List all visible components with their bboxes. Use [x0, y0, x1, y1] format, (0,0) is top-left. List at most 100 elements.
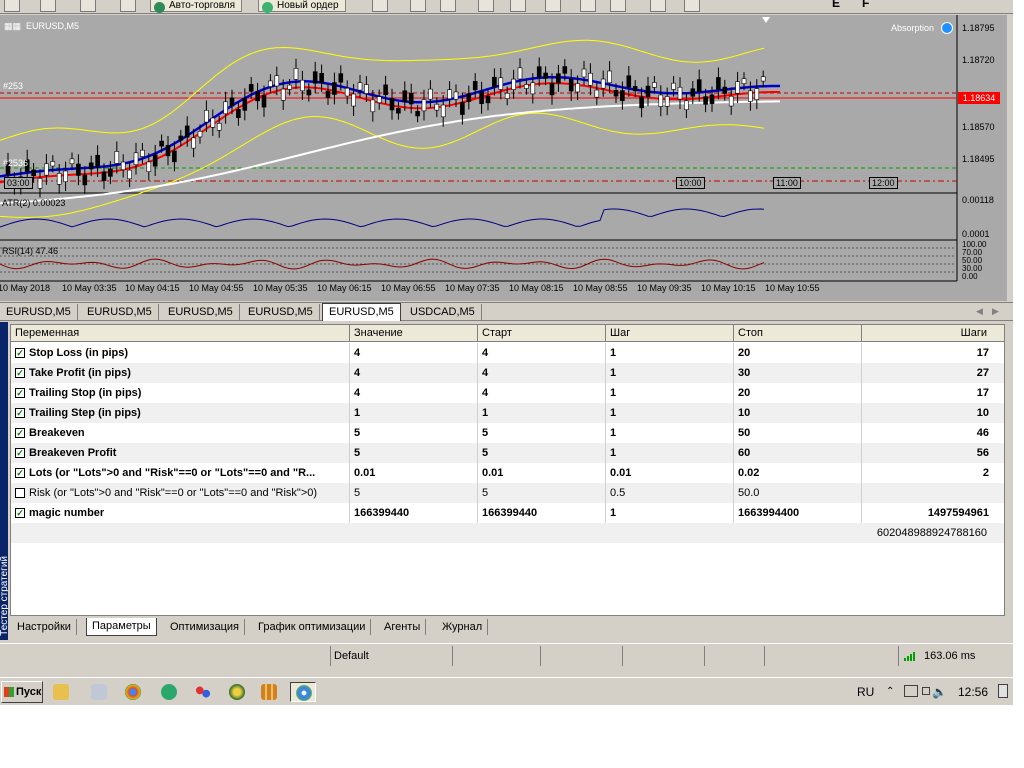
parameter-value-cell[interactable]: 5: [350, 443, 478, 463]
crosshair-icon[interactable]: [684, 0, 700, 12]
parameter-stop-cell[interactable]: 0.02: [734, 463, 862, 483]
clock[interactable]: 12:56: [958, 685, 988, 699]
terminal-icon[interactable]: [120, 0, 136, 12]
chart-tab[interactable]: EURUSD,M5: [162, 304, 240, 320]
col-header-variable[interactable]: Переменная: [11, 325, 350, 342]
parameter-row[interactable]: ✓ Lots (or "Lots">0 and "Risk"==0 or "Lot…: [11, 463, 1004, 483]
parameter-checkbox[interactable]: ✓: [15, 348, 25, 358]
chart-tab-active[interactable]: EURUSD,M5: [322, 303, 401, 321]
chart-tab[interactable]: EURUSD,M5: [242, 304, 320, 320]
parameter-step-cell[interactable]: 1: [606, 363, 734, 383]
zoom-out-icon[interactable]: [580, 0, 596, 12]
parameter-step-cell[interactable]: 1: [606, 403, 734, 423]
parameter-stop-cell[interactable]: 30: [734, 363, 862, 383]
show-desktop-icon[interactable]: [998, 684, 1008, 698]
start-button[interactable]: Пуск: [1, 681, 43, 703]
tile-icon[interactable]: [610, 0, 626, 12]
language-indicator[interactable]: RU: [857, 685, 874, 699]
parameter-stop-cell[interactable]: 50: [734, 423, 862, 443]
sell-icon[interactable]: [410, 0, 426, 12]
parameter-value-cell[interactable]: 4: [350, 343, 478, 363]
tab-optimization[interactable]: Оптимизация: [165, 619, 245, 635]
parameter-stop-cell[interactable]: 1663994400: [734, 503, 862, 523]
parameter-checkbox[interactable]: [15, 488, 25, 498]
expert-smile-icon[interactable]: [941, 22, 953, 34]
parameter-row[interactable]: ✓ magic number 166399440 166399440 1 16639944…: [11, 503, 1004, 523]
parameter-row[interactable]: ✓ Stop Loss (in pips) 4 4 1 20 17: [11, 343, 1004, 363]
parameter-checkbox[interactable]: ✓: [15, 468, 25, 478]
app-green-icon[interactable]: [156, 682, 182, 702]
line-chart-icon[interactable]: [510, 0, 526, 12]
col-header-start[interactable]: Старт: [478, 325, 606, 342]
globe-icon[interactable]: [224, 682, 250, 702]
app-dots-icon[interactable]: [190, 682, 216, 702]
tab-scroll-left-icon[interactable]: ◀: [976, 306, 983, 317]
volume-icon[interactable]: 🔈: [932, 685, 947, 699]
parameter-step-cell[interactable]: 1: [606, 443, 734, 463]
parameter-row[interactable]: Risk (or "Lots">0 and "Risk"==0 or "Lots…: [11, 483, 1004, 503]
parameter-start-cell[interactable]: 4: [478, 343, 606, 363]
parameter-start-cell[interactable]: 4: [478, 383, 606, 403]
buy-icon[interactable]: [372, 0, 388, 12]
explorer-icon[interactable]: [48, 682, 74, 702]
tab-settings[interactable]: Настройки: [12, 619, 77, 635]
tab-parameters[interactable]: Параметры: [86, 618, 157, 636]
parameter-stop-cell[interactable]: 50.0: [734, 483, 862, 503]
parameter-value-cell[interactable]: 1: [350, 403, 478, 423]
action-center-icon[interactable]: [922, 687, 930, 695]
parameter-value-cell[interactable]: 4: [350, 383, 478, 403]
bar-chart-icon[interactable]: [440, 0, 456, 12]
connection-bars-icon[interactable]: [904, 651, 918, 661]
chrome-icon[interactable]: [120, 682, 146, 702]
chart-tab[interactable]: EURUSD,M5: [81, 304, 159, 320]
app-grid-icon[interactable]: [256, 682, 282, 702]
tab-journal[interactable]: Журнал: [437, 619, 489, 635]
object-f-label[interactable]: F: [862, 0, 869, 10]
chart-tab[interactable]: EURUSD,M5: [0, 304, 78, 320]
parameter-step-cell[interactable]: 1: [606, 423, 734, 443]
parameter-row[interactable]: ✓ Breakeven 5 5 1 50 46: [11, 423, 1004, 443]
parameter-checkbox[interactable]: ✓: [15, 368, 25, 378]
price-chart[interactable]: ▦▦ EURUSD,M5 Absorption #253 #2536 1.187…: [0, 15, 1007, 301]
parameter-value-cell[interactable]: 4: [350, 363, 478, 383]
candles-icon[interactable]: [478, 0, 494, 12]
parameter-start-cell[interactable]: 5: [478, 483, 606, 503]
parameter-value-cell[interactable]: 5: [350, 483, 478, 503]
new-chart-icon[interactable]: [4, 0, 20, 12]
parameter-step-cell[interactable]: 0.5: [606, 483, 734, 503]
chart-tab[interactable]: USDCAD,M5: [404, 304, 482, 320]
parameter-value-cell[interactable]: 166399440: [350, 503, 478, 523]
metatrader-task-icon[interactable]: [290, 682, 316, 702]
network-icon[interactable]: [904, 685, 918, 697]
parameter-start-cell[interactable]: 4: [478, 363, 606, 383]
parameter-start-cell[interactable]: 5: [478, 443, 606, 463]
parameter-checkbox[interactable]: ✓: [15, 388, 25, 398]
col-header-steps[interactable]: Шаги: [862, 325, 1004, 342]
parameter-stop-cell[interactable]: 20: [734, 343, 862, 363]
parameter-step-cell[interactable]: 0.01: [606, 463, 734, 483]
tray-expand-icon[interactable]: ⌃: [886, 685, 894, 699]
market-watch-icon[interactable]: [40, 0, 56, 12]
parameter-checkbox[interactable]: ✓: [15, 448, 25, 458]
parameter-value-cell[interactable]: 5: [350, 423, 478, 443]
parameter-step-cell[interactable]: 1: [606, 383, 734, 403]
col-header-value[interactable]: Значение: [350, 325, 478, 342]
col-header-step[interactable]: Шаг: [606, 325, 734, 342]
parameter-value-cell[interactable]: 0.01: [350, 463, 478, 483]
parameter-stop-cell[interactable]: 10: [734, 403, 862, 423]
tab-scroll-right-icon[interactable]: ▶: [992, 306, 999, 317]
parameter-row[interactable]: ✓ Trailing Step (in pips) 1 1 1 10 10: [11, 403, 1004, 423]
parameter-stop-cell[interactable]: 60: [734, 443, 862, 463]
new-order-button[interactable]: Новый ордер: [258, 0, 346, 13]
navigator-icon[interactable]: [80, 0, 96, 12]
parameter-start-cell[interactable]: 166399440: [478, 503, 606, 523]
parameter-row[interactable]: ✓ Trailing Stop (in pips) 4 4 1 20 17: [11, 383, 1004, 403]
cursor-icon[interactable]: [650, 0, 666, 12]
object-e-label[interactable]: E: [832, 0, 840, 10]
parameter-row[interactable]: ✓ Take Profit (in pips) 4 4 1 30 27: [11, 363, 1004, 383]
calculator-icon[interactable]: [86, 682, 112, 702]
tab-optimization-graph[interactable]: График оптимизации: [253, 619, 372, 635]
parameter-checkbox[interactable]: ✓: [15, 428, 25, 438]
parameter-start-cell[interactable]: 0.01: [478, 463, 606, 483]
autotrading-button[interactable]: Авто-торговля: [150, 0, 243, 13]
